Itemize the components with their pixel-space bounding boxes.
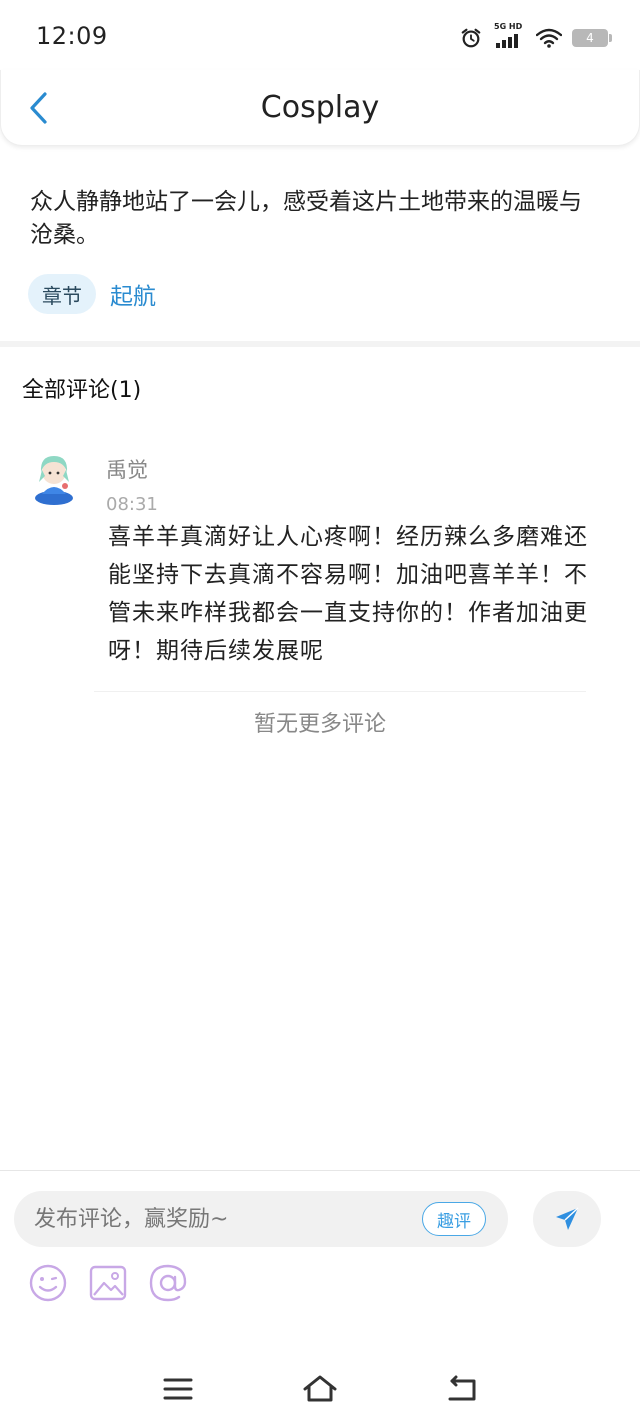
emoji-icon xyxy=(29,1264,67,1302)
home-button[interactable] xyxy=(302,1374,338,1404)
status-time: 12:09 xyxy=(36,22,108,50)
menu-icon xyxy=(163,1378,193,1400)
back-icon xyxy=(448,1375,476,1401)
status-bar: 12:09 5G HD 4 xyxy=(0,0,640,76)
chapter-tag-row: 章节 起航 xyxy=(28,274,156,314)
mention-icon xyxy=(149,1264,187,1302)
comment-input[interactable] xyxy=(34,1201,404,1237)
battery-level: 4 xyxy=(586,31,594,45)
fun-review-button[interactable]: 趣评 xyxy=(422,1202,486,1236)
comment-text: 喜羊羊真滴好让人心疼啊！经历辣么多磨难还能坚持下去真滴不容易啊！加油吧喜羊羊！不… xyxy=(108,524,588,664)
emoji-button[interactable] xyxy=(28,1263,68,1303)
page-title: Cosplay xyxy=(260,90,380,125)
comments-header: 全部评论(1) xyxy=(22,378,142,403)
send-icon xyxy=(556,1207,579,1230)
comment-username[interactable]: 禹觉 xyxy=(106,454,148,484)
comment-timestamp: 08:31 xyxy=(106,494,158,515)
comments-divider xyxy=(94,691,586,692)
signal-icon: 5G HD xyxy=(492,22,526,50)
send-button[interactable] xyxy=(533,1191,601,1247)
chapter-link[interactable]: 起航 xyxy=(110,277,156,311)
comment-input-box: 趣评 xyxy=(14,1191,508,1247)
battery-icon: 4 xyxy=(572,29,612,47)
header-bar: Cosplay xyxy=(0,70,640,146)
mention-button[interactable] xyxy=(148,1263,188,1303)
alarm-icon xyxy=(461,28,481,48)
avatar[interactable] xyxy=(30,448,78,508)
composer-tools xyxy=(28,1263,188,1303)
system-back-button[interactable] xyxy=(444,1374,480,1404)
no-more-comments: 暂无更多评论 xyxy=(253,712,386,737)
comment-composer: 趣评 xyxy=(0,1170,640,1352)
image-button[interactable] xyxy=(88,1263,128,1303)
home-icon xyxy=(303,1375,337,1402)
section-divider xyxy=(0,341,640,347)
chapter-chip: 章节 xyxy=(28,274,96,314)
status-icons: 5G HD 4 xyxy=(460,22,612,50)
post-summary: 众人静静地站了一会儿，感受着这片土地带来的温暖与沧桑。 xyxy=(30,189,582,248)
system-nav-bar xyxy=(0,1352,640,1427)
network-label: 5G HD xyxy=(494,22,523,31)
image-icon xyxy=(89,1265,127,1301)
wifi-icon xyxy=(536,28,562,48)
menu-button[interactable] xyxy=(160,1374,196,1404)
